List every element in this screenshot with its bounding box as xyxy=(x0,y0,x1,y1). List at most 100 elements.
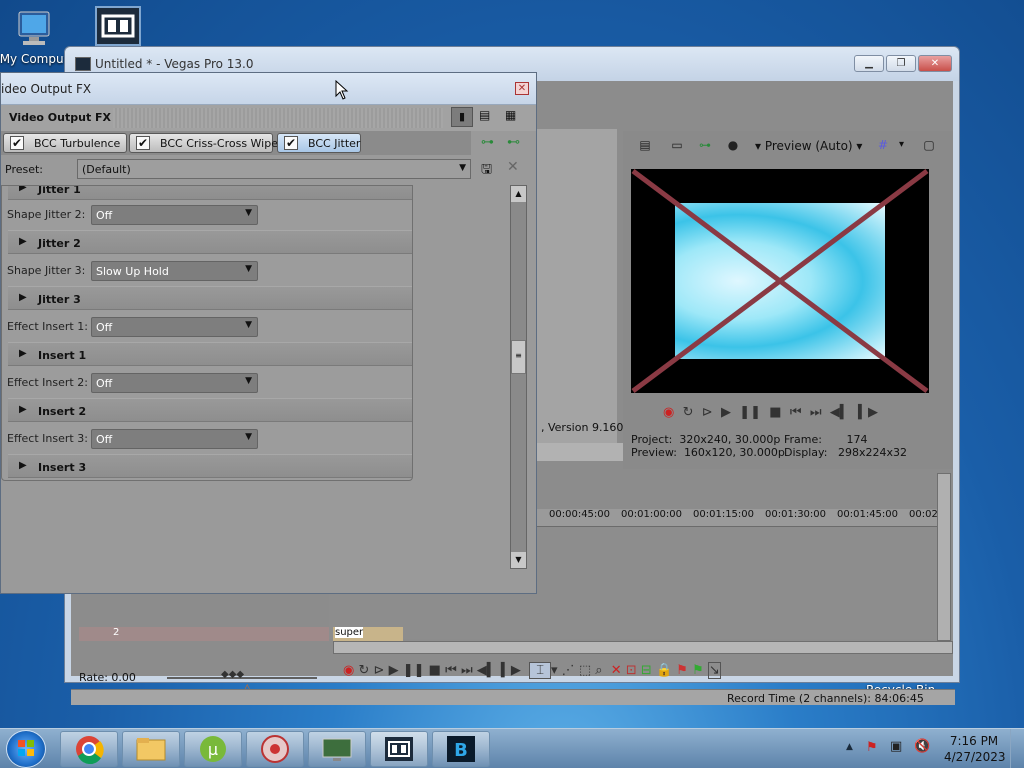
tl-go-end-icon[interactable]: ⏭ xyxy=(461,663,473,678)
tl-go-start-icon[interactable]: ⏮ xyxy=(445,663,457,678)
fx-remove-plugin-icon[interactable]: ⊷ xyxy=(507,135,520,150)
tl-record-icon[interactable]: ◉ xyxy=(343,663,354,678)
preview-properties-icon[interactable]: ▤ xyxy=(635,135,655,155)
view-compact-icon[interactable]: ▮ xyxy=(451,107,473,127)
ruler-tick-2: 00:01:15:00 xyxy=(693,509,755,520)
tray-expand-icon[interactable]: ▲ xyxy=(846,742,853,752)
fx-turbulence-checkbox[interactable]: ✔ xyxy=(10,136,24,150)
show-desktop-button[interactable] xyxy=(1010,729,1024,768)
taskbar-utorrent[interactable]: µ xyxy=(184,731,242,767)
system-clock[interactable]: 7:16 PM 4/27/2023 xyxy=(944,733,1006,765)
fx-chain-item-jitter[interactable]: ✔ BCC Jitter xyxy=(277,133,361,153)
chevron-down-icon: ▼ xyxy=(245,432,252,442)
save-preset-icon[interactable]: 🖫 xyxy=(481,160,492,182)
loop-icon[interactable]: ↻ xyxy=(683,405,694,420)
group-jitter-2[interactable]: ▶ Jitter 2 xyxy=(8,230,412,254)
param-dropdown[interactable]: Off ▼ xyxy=(91,205,258,225)
taskbar-chrome[interactable] xyxy=(60,731,118,767)
marker-icon[interactable]: ⚑ xyxy=(676,663,688,678)
tl-prev-frame-icon[interactable]: ◀▍ xyxy=(477,663,497,678)
param-dropdown[interactable]: Off ▼ xyxy=(91,317,258,337)
delete-icon[interactable]: ✕ xyxy=(611,663,622,678)
lock-icon[interactable]: 🔒 xyxy=(656,663,672,678)
region-icon[interactable]: ⚑ xyxy=(692,663,704,678)
group-insert-1[interactable]: ▶ Insert 1 xyxy=(8,342,412,366)
timeline-vscroll[interactable] xyxy=(937,473,951,641)
fx-titlebar[interactable]: ideo Output FX ✕ xyxy=(1,73,536,105)
scroll-thumb[interactable]: ≡ xyxy=(511,340,526,374)
timeline-hscroll[interactable] xyxy=(333,641,953,654)
group-jitter-1[interactable]: ▶ Jitter 1 xyxy=(8,186,412,200)
preset-dropdown[interactable]: (Default) ▼ xyxy=(77,159,471,179)
trim-icon[interactable]: ⊡ xyxy=(626,663,637,678)
view-medium-icon[interactable]: ▤ xyxy=(479,108,490,122)
forward-icon[interactable]: ▍▶ xyxy=(858,405,878,420)
restore-button[interactable]: ❐ xyxy=(886,55,916,72)
utorrent-icon: µ xyxy=(200,736,226,762)
external-monitor-icon[interactable]: ▭ xyxy=(667,135,687,155)
rate-slider-thumb[interactable]: ◆◆◆ xyxy=(221,669,244,680)
network-icon[interactable]: ▣ xyxy=(890,739,902,754)
taskbar-monitor-app[interactable] xyxy=(308,731,366,767)
fx-plugin-chain-icon[interactable]: ⊶ xyxy=(481,135,494,150)
vegas-desktop-icon[interactable] xyxy=(82,6,154,48)
tl-loop-icon[interactable]: ↻ xyxy=(358,663,369,678)
start-button[interactable] xyxy=(6,730,46,768)
fx-chain-item-criss-cross[interactable]: ✔ BCC Criss-Cross Wipe xyxy=(129,133,278,153)
scroll-up-icon[interactable]: ▲ xyxy=(511,186,526,202)
volume-muted-icon[interactable]: 🔇 xyxy=(914,739,930,754)
fx-criss-cross-checkbox[interactable]: ✔ xyxy=(136,136,150,150)
scroll-down-icon[interactable]: ▼ xyxy=(511,552,526,568)
view-full-icon[interactable]: ▦ xyxy=(505,108,516,122)
copy-snapshot-icon[interactable]: ▢ xyxy=(919,135,939,155)
action-center-icon[interactable]: ⚑ xyxy=(866,740,878,755)
tl-stop-icon[interactable]: ■ xyxy=(429,663,441,678)
tl-play-start-icon[interactable]: ⊳ xyxy=(374,663,385,678)
fx-vscroll[interactable]: ▲ ≡ ▼ xyxy=(510,185,527,569)
prev-frame-icon[interactable]: ⏮ xyxy=(790,405,802,420)
fx-close-icon[interactable]: ✕ xyxy=(515,82,529,95)
taskbar-explorer[interactable] xyxy=(122,731,180,767)
param-dropdown[interactable]: Slow Up Hold ▼ xyxy=(91,261,258,281)
group-insert-2[interactable]: ▶ Insert 2 xyxy=(8,398,412,422)
overlays-dropdown-icon[interactable]: ▾ xyxy=(899,139,904,150)
tl-play-icon[interactable]: ▶ xyxy=(389,663,399,678)
video-fx-icon[interactable]: ● xyxy=(723,135,743,155)
zoom-tool-icon[interactable]: ⌕ xyxy=(595,663,602,678)
preview-transport: ◉ ↻ ⊳ ▶ ❚❚ ■ ⏮ ⏭ ◀▍ ▍▶ xyxy=(663,405,903,425)
play-from-start-icon[interactable]: ⊳ xyxy=(702,405,713,420)
record-icon[interactable]: ◉ xyxy=(663,405,674,420)
minimize-button[interactable]: ▁ xyxy=(854,55,884,72)
split-icon[interactable]: ⊟ xyxy=(641,663,652,678)
pause-icon[interactable]: ❚❚ xyxy=(739,405,761,420)
play-icon[interactable]: ▶ xyxy=(721,405,731,420)
my-computer-desktop-icon[interactable]: My Comput xyxy=(0,8,70,66)
normal-edit-tool-icon[interactable]: ⌶ xyxy=(529,662,551,679)
expand-icon: ▶ xyxy=(19,236,27,247)
param-label: Effect Insert 2: xyxy=(7,376,88,389)
close-button[interactable]: ✕ xyxy=(918,55,952,72)
auto-ripple-icon[interactable]: ↘ xyxy=(707,662,721,679)
fx-chain-item-turbulence[interactable]: ✔ BCC Turbulence xyxy=(3,133,127,153)
tl-pause-icon[interactable]: ❚❚ xyxy=(403,663,425,678)
track-event[interactable]: super xyxy=(333,627,403,641)
delete-preset-icon[interactable]: ✕ xyxy=(507,159,519,175)
split-screen-icon[interactable]: ⊶ xyxy=(695,135,715,155)
fx-jitter-checkbox[interactable]: ✔ xyxy=(284,136,298,150)
envelope-tool-icon[interactable]: ⋰ xyxy=(562,663,575,678)
stop-icon[interactable]: ■ xyxy=(769,405,781,420)
taskbar-vegas[interactable] xyxy=(370,731,428,767)
param-dropdown[interactable]: Off ▼ xyxy=(91,429,258,449)
selection-tool-icon[interactable]: ⬚ xyxy=(579,663,591,678)
preview-quality-dropdown[interactable]: ▾ Preview (Auto) ▾ xyxy=(755,139,862,153)
track-number: 2 xyxy=(113,627,120,638)
group-insert-3[interactable]: ▶ Insert 3 xyxy=(8,454,412,478)
param-dropdown[interactable]: Off ▼ xyxy=(91,373,258,393)
taskbar-update-checker[interactable]: B xyxy=(432,731,490,767)
group-jitter-3[interactable]: ▶ Jitter 3 xyxy=(8,286,412,310)
taskbar-nero[interactable] xyxy=(246,731,304,767)
next-frame-icon[interactable]: ⏭ xyxy=(810,405,822,420)
overlays-icon[interactable]: # xyxy=(873,135,893,155)
tl-next-frame-icon[interactable]: ▍▶ xyxy=(501,663,521,678)
rewind-icon[interactable]: ◀▍ xyxy=(830,405,850,420)
